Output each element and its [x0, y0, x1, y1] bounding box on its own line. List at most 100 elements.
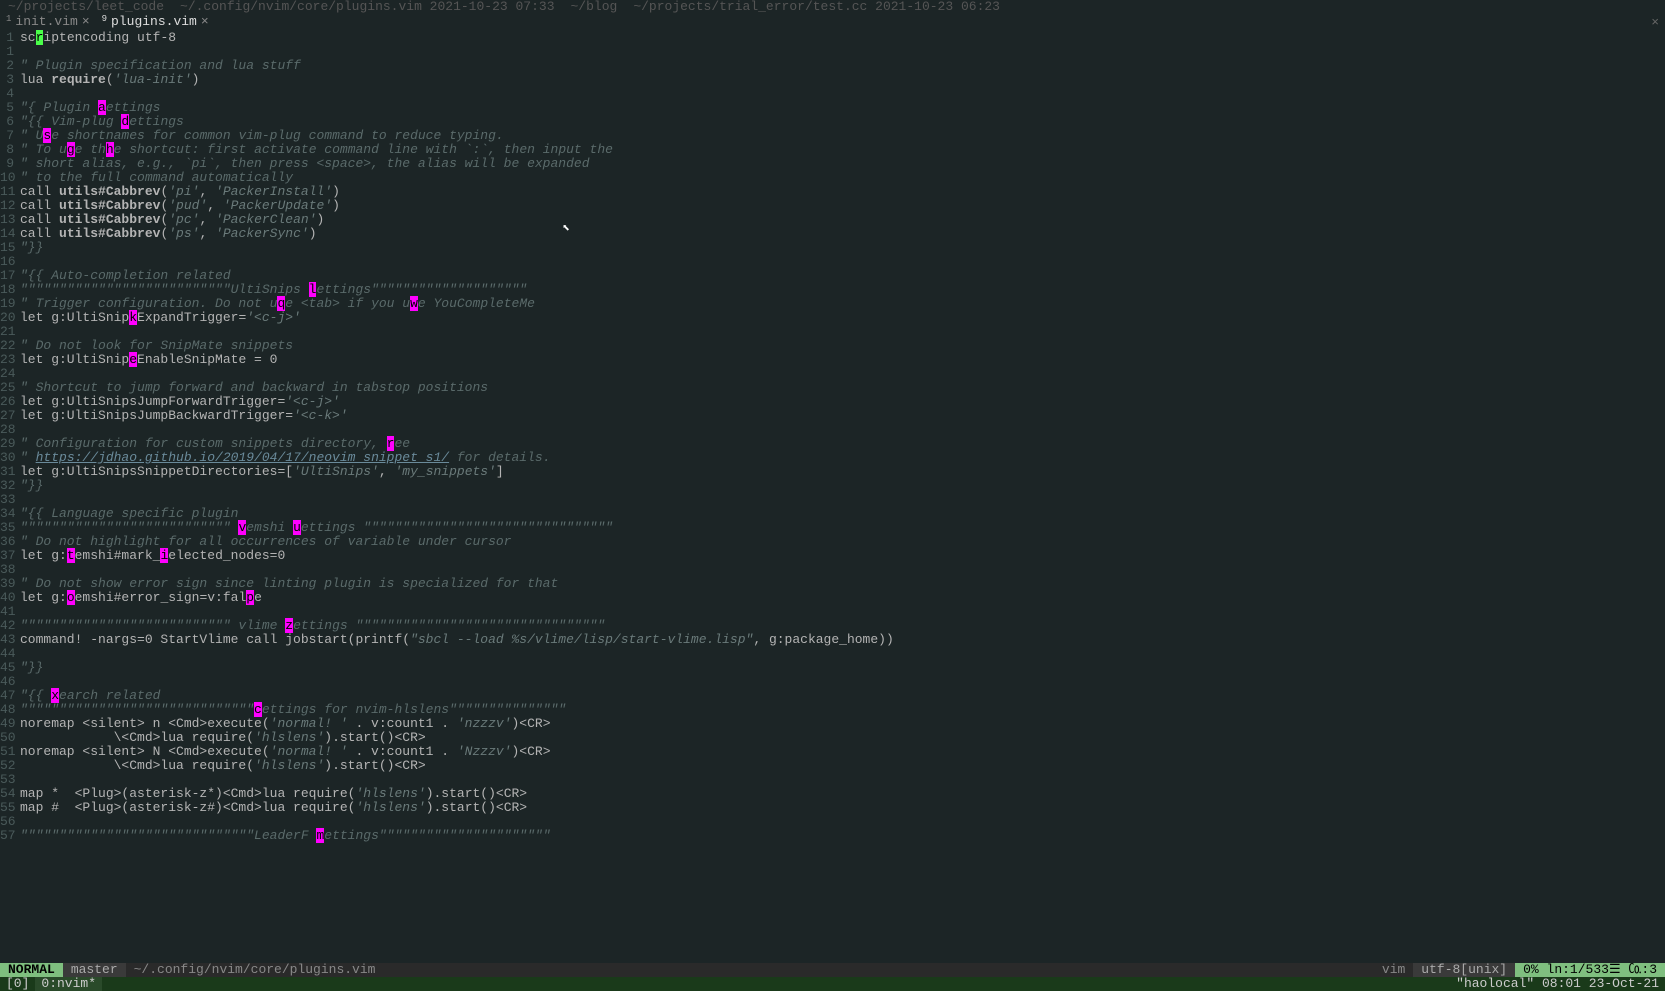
code-line[interactable]: 10" to the full command automatically — [0, 171, 1665, 185]
line-content: " Do not look for SnipMate snippets — [20, 339, 1665, 353]
line-content: let g:UltiSnipsJumpBackwardTrigger='<c-k… — [20, 409, 1665, 423]
code-line[interactable]: 30" https://jdhao.github.io/2019/04/17/n… — [0, 451, 1665, 465]
code-line[interactable]: 45"}} — [0, 661, 1665, 675]
line-number: 12 — [0, 199, 20, 213]
line-content: " to the full command automatically — [20, 171, 1665, 185]
line-content: noremap <silent> n <Cmd>execute('normal!… — [20, 717, 1665, 731]
hop-hint[interactable]: e — [129, 352, 137, 367]
code-line[interactable]: 4 — [0, 87, 1665, 101]
code-line[interactable]: 15"}} — [0, 241, 1665, 255]
line-number: 46 — [0, 675, 20, 689]
editor-area[interactable]: 1scriptencoding utf-812" Plugin specific… — [0, 30, 1665, 843]
code-line[interactable]: 8" To uge thhe shortcut: first activate … — [0, 143, 1665, 157]
code-line[interactable]: 9" short alias, e.g., `pi`, then press <… — [0, 157, 1665, 171]
code-line[interactable]: 46 — [0, 675, 1665, 689]
code-line[interactable]: 24 — [0, 367, 1665, 381]
line-number: 31 — [0, 465, 20, 479]
hop-hint[interactable]: x — [51, 688, 59, 703]
hop-hint[interactable]: o — [67, 590, 75, 605]
hop-hint[interactable]: t — [67, 548, 75, 563]
code-line[interactable]: 7" Use shortnames for common vim-plug co… — [0, 129, 1665, 143]
hop-hint[interactable]: a — [98, 100, 106, 115]
code-line[interactable]: 50 \<Cmd>lua require('hlslens').start()<… — [0, 731, 1665, 745]
line-number: 15 — [0, 241, 20, 255]
code-line[interactable]: 12call utils#Cabbrev('pud', 'PackerUpdat… — [0, 199, 1665, 213]
code-line[interactable]: 23let g:UltiSnipeEnableSnipMate = 0 — [0, 353, 1665, 367]
tab-plugins-vim[interactable]: 9 plugins.vim × — [96, 15, 215, 29]
code-line[interactable]: 53 — [0, 773, 1665, 787]
line-content: " Configuration for custom snippets dire… — [20, 437, 1665, 451]
line-number: 50 — [0, 731, 20, 745]
tmux-window[interactable]: 0:nvim* — [35, 977, 102, 991]
line-number: 38 — [0, 563, 20, 577]
code-line[interactable]: 42""""""""""""""""""""""""""" vlime zett… — [0, 619, 1665, 633]
code-line[interactable]: 40let g:oemshi#error_sign=v:falpe — [0, 591, 1665, 605]
hop-hint[interactable]: c — [254, 702, 262, 717]
code-line[interactable]: 13call utils#Cabbrev('pc', 'PackerClean'… — [0, 213, 1665, 227]
hop-hint[interactable]: h — [106, 142, 114, 157]
code-line[interactable]: 35""""""""""""""""""""""""""" vemshi uet… — [0, 521, 1665, 535]
code-line[interactable]: 41 — [0, 605, 1665, 619]
code-line[interactable]: 51noremap <silent> N <Cmd>execute('norma… — [0, 745, 1665, 759]
code-line[interactable]: 16 — [0, 255, 1665, 269]
code-line[interactable]: 38 — [0, 563, 1665, 577]
tmux-pane-3: ~/blog — [563, 0, 626, 14]
code-line[interactable]: 55map # <Plug>(asterisk-z#)<Cmd>lua requ… — [0, 801, 1665, 815]
code-line[interactable]: 44 — [0, 647, 1665, 661]
code-line[interactable]: 56 — [0, 815, 1665, 829]
line-content: call utils#Cabbrev('pud', 'PackerUpdate'… — [20, 199, 1665, 213]
status-mode: NORMAL — [0, 963, 63, 977]
hop-hint[interactable]: z — [285, 618, 293, 633]
line-content: command! -nargs=0 StartVlime call jobsta… — [20, 633, 1665, 647]
code-line[interactable]: 57""""""""""""""""""""""""""""""LeaderF … — [0, 829, 1665, 843]
code-line[interactable]: 11call utils#Cabbrev('pi', 'PackerInstal… — [0, 185, 1665, 199]
code-line[interactable]: 18"""""""""""""""""""""""""""UltiSnips l… — [0, 283, 1665, 297]
code-line[interactable]: 29" Configuration for custom snippets di… — [0, 437, 1665, 451]
code-line[interactable]: 48""""""""""""""""""""""""""""""cettings… — [0, 703, 1665, 717]
code-line[interactable]: 20let g:UltiSnipkExpandTrigger='<c-j>' — [0, 311, 1665, 325]
code-line[interactable]: 39" Do not show error sign since linting… — [0, 577, 1665, 591]
hop-hint[interactable]: p — [246, 590, 254, 605]
code-line[interactable]: 26let g:UltiSnipsJumpForwardTrigger='<c-… — [0, 395, 1665, 409]
code-line[interactable]: 17"{{ Auto-completion related — [0, 269, 1665, 283]
hop-hint[interactable]: g — [67, 142, 75, 157]
code-line[interactable]: 47"{{ xearch related — [0, 689, 1665, 703]
code-line[interactable]: 28 — [0, 423, 1665, 437]
code-line[interactable]: 32"}} — [0, 479, 1665, 493]
code-line[interactable]: 3lua require('lua-init') — [0, 73, 1665, 87]
code-line[interactable]: 1 — [0, 45, 1665, 59]
hop-hint[interactable]: k — [129, 310, 137, 325]
code-line[interactable]: 52 \<Cmd>lua require('hlslens').start()<… — [0, 759, 1665, 773]
close-icon[interactable]: × — [82, 15, 90, 29]
close-all-icon[interactable]: × — [1651, 16, 1659, 30]
code-line[interactable]: 49noremap <silent> n <Cmd>execute('norma… — [0, 717, 1665, 731]
tab-number: 1 — [6, 12, 11, 26]
code-line[interactable]: 2" Plugin specification and lua stuff — [0, 59, 1665, 73]
code-line[interactable]: 33 — [0, 493, 1665, 507]
code-line[interactable]: 22" Do not look for SnipMate snippets — [0, 339, 1665, 353]
code-line[interactable]: 54map * <Plug>(asterisk-z*)<Cmd>lua requ… — [0, 787, 1665, 801]
code-line[interactable]: 34"{{ Language specific plugin — [0, 507, 1665, 521]
code-line[interactable]: 37let g:temshi#mark_ielected_nodes=0 — [0, 549, 1665, 563]
code-line[interactable]: 1scriptencoding utf-8 — [0, 31, 1665, 45]
tab-init-vim[interactable]: 1 init.vim × — [0, 15, 96, 29]
hop-hint[interactable]: u — [293, 520, 301, 535]
line-content: lua require('lua-init') — [20, 73, 1665, 87]
line-content: """"""""""""""""""""""""""" vlime zettin… — [20, 619, 1665, 633]
code-line[interactable]: 27let g:UltiSnipsJumpBackwardTrigger='<c… — [0, 409, 1665, 423]
line-number: 27 — [0, 409, 20, 423]
close-icon[interactable]: × — [201, 15, 209, 29]
code-line[interactable]: 21 — [0, 325, 1665, 339]
code-line[interactable]: 19" Trigger configuration. Do not uqe <t… — [0, 297, 1665, 311]
code-line[interactable]: 25" Shortcut to jump forward and backwar… — [0, 381, 1665, 395]
code-line[interactable]: 31let g:UltiSnipsSnippetDirectories=['Ul… — [0, 465, 1665, 479]
code-line[interactable]: 6"{{ Vim-plug dettings — [0, 115, 1665, 129]
code-line[interactable]: 5"{ Plugin aettings — [0, 101, 1665, 115]
code-line[interactable]: 36" Do not highlight for all occurrences… — [0, 535, 1665, 549]
hop-hint[interactable]: w — [410, 296, 418, 311]
code-line[interactable]: 14call utils#Cabbrev('ps', 'PackerSync') — [0, 227, 1665, 241]
line-number: 26 — [0, 395, 20, 409]
line-content: "}} — [20, 479, 1665, 493]
code-line[interactable]: 43command! -nargs=0 StartVlime call jobs… — [0, 633, 1665, 647]
line-number: 35 — [0, 521, 20, 535]
